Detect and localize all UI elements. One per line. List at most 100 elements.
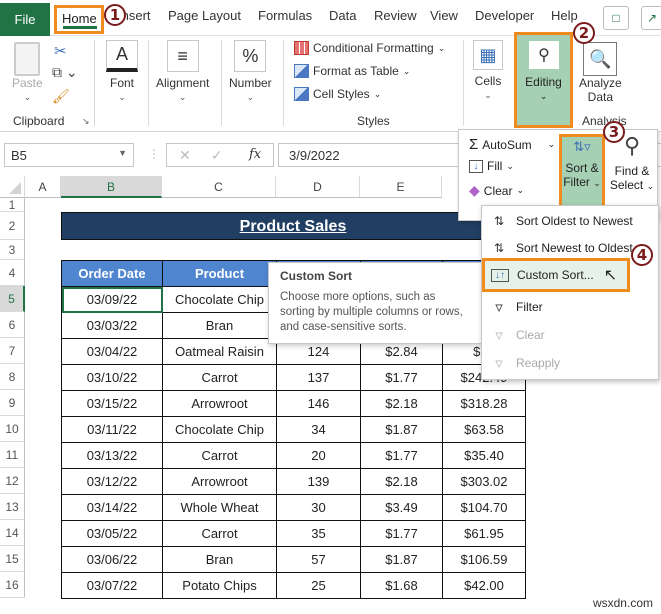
table-cell[interactable]: $1.87: [360, 416, 443, 443]
table-cell[interactable]: 03/07/22: [61, 572, 163, 599]
format-as-table-button[interactable]: Format as Table ⌄: [294, 64, 410, 78]
tab-home-highlight[interactable]: Home: [54, 5, 104, 34]
row-header-11[interactable]: 11: [0, 442, 25, 468]
table-cell[interactable]: $35.40: [442, 442, 526, 469]
table-cell[interactable]: $2.18: [360, 390, 443, 417]
table-cell[interactable]: 03/03/22: [61, 312, 163, 339]
table-cell[interactable]: Bran: [162, 312, 277, 339]
tab-developer[interactable]: Developer: [475, 8, 534, 23]
table-cell[interactable]: 03/05/22: [61, 520, 163, 547]
menu-item-custom-sort[interactable]: ↓↑ Custom Sort... ↖: [482, 258, 630, 292]
row-header-15[interactable]: 15: [0, 546, 25, 572]
tab-page-layout[interactable]: Page Layout: [168, 8, 241, 23]
row-header-6[interactable]: 6: [0, 312, 25, 338]
table-cell[interactable]: $303.02: [442, 468, 526, 495]
row-header-2[interactable]: 2: [0, 212, 25, 240]
tab-data[interactable]: Data: [329, 8, 356, 23]
tab-help[interactable]: Help: [551, 8, 578, 23]
dropdown-arrow-icon[interactable]: ▼: [118, 148, 127, 158]
table-cell[interactable]: Carrot: [162, 364, 277, 391]
table-cell[interactable]: 139: [276, 468, 361, 495]
table-cell[interactable]: Arrowroot: [162, 468, 277, 495]
row-header-13[interactable]: 13: [0, 494, 25, 520]
insert-function-icon[interactable]: fx: [249, 147, 261, 162]
column-header-d[interactable]: D: [276, 176, 360, 198]
clear-button[interactable]: ◆ Clear ⌄: [469, 182, 524, 199]
header-product[interactable]: Product: [162, 260, 277, 287]
table-cell[interactable]: Chocolate Chip: [162, 416, 277, 443]
table-cell[interactable]: 20: [276, 442, 361, 469]
editing-button[interactable]: ⚲ Editing ⌄: [514, 32, 573, 128]
table-cell[interactable]: $2.18: [360, 468, 443, 495]
table-cell[interactable]: 03/15/22: [61, 390, 163, 417]
column-header-b[interactable]: B: [61, 176, 162, 198]
tab-formulas[interactable]: Formulas: [258, 8, 312, 23]
row-header-12[interactable]: 12: [0, 468, 25, 494]
row-header-9[interactable]: 9: [0, 390, 25, 416]
copy-icon[interactable]: ⧉ ⌄: [52, 64, 78, 81]
tab-view[interactable]: View: [430, 8, 458, 23]
table-cell[interactable]: $1.77: [360, 442, 443, 469]
table-cell[interactable]: Bran: [162, 546, 277, 573]
menu-item-sort-oldest-newest[interactable]: ⇅ Sort Oldest to Newest: [490, 208, 655, 234]
table-cell[interactable]: 35: [276, 520, 361, 547]
table-cell[interactable]: $61.95: [442, 520, 526, 547]
tab-file[interactable]: File: [0, 3, 50, 36]
table-cell[interactable]: $318.28: [442, 390, 526, 417]
table-cell[interactable]: 03/10/22: [61, 364, 163, 391]
table-cell[interactable]: Whole Wheat: [162, 494, 277, 521]
table-cell[interactable]: 03/09/22: [61, 286, 163, 313]
table-cell[interactable]: 03/14/22: [61, 494, 163, 521]
table-cell[interactable]: Carrot: [162, 520, 277, 547]
row-header-7[interactable]: 7: [0, 338, 25, 364]
menu-item-filter[interactable]: ▿ Filter: [490, 294, 655, 320]
table-cell[interactable]: 03/04/22: [61, 338, 163, 365]
row-header-14[interactable]: 14: [0, 520, 25, 546]
autosum-button[interactable]: Σ AutoSum ⌄: [469, 136, 555, 153]
row-header-3[interactable]: 3: [0, 240, 25, 260]
row-header-10[interactable]: 10: [0, 416, 25, 442]
table-cell[interactable]: 03/06/22: [61, 546, 163, 573]
table-cell[interactable]: 03/11/22: [61, 416, 163, 443]
table-cell[interactable]: $1.87: [360, 546, 443, 573]
header-order-date[interactable]: Order Date: [61, 260, 163, 287]
name-box[interactable]: B5 ▼: [4, 143, 134, 167]
table-cell[interactable]: $1.77: [360, 520, 443, 547]
number-button[interactable]: % Number ⌄: [229, 40, 272, 103]
table-cell[interactable]: Arrowroot: [162, 390, 277, 417]
table-cell[interactable]: $104.70: [442, 494, 526, 521]
table-cell[interactable]: Oatmeal Raisin: [162, 338, 277, 365]
select-all-corner[interactable]: [0, 176, 25, 198]
paste-button[interactable]: Paste ⌄: [12, 42, 43, 103]
table-cell[interactable]: Carrot: [162, 442, 277, 469]
conditional-formatting-button[interactable]: Conditional Formatting ⌄: [294, 41, 445, 55]
enter-icon[interactable]: ✓: [211, 147, 223, 164]
table-cell[interactable]: $106.59: [442, 546, 526, 573]
sort-filter-button[interactable]: ⇅▿ Sort & Filter ⌄: [559, 134, 605, 208]
table-cell[interactable]: 25: [276, 572, 361, 599]
tab-home[interactable]: Home: [62, 11, 97, 26]
table-cell[interactable]: 57: [276, 546, 361, 573]
row-header-1[interactable]: 1: [0, 198, 25, 212]
row-header-16[interactable]: 16: [0, 572, 25, 598]
row-header-4[interactable]: 4: [0, 260, 25, 286]
table-cell[interactable]: 146: [276, 390, 361, 417]
format-painter-icon[interactable]: 🖌: [52, 88, 70, 105]
analyze-data-button[interactable]: 🔍 Analyze Data: [579, 42, 622, 104]
table-cell[interactable]: 34: [276, 416, 361, 443]
table-cell[interactable]: 03/13/22: [61, 442, 163, 469]
cut-icon[interactable]: ✂: [54, 42, 67, 60]
alignment-button[interactable]: ≡ Alignment ⌄: [156, 40, 209, 103]
column-header-a[interactable]: A: [25, 176, 61, 198]
tab-review[interactable]: Review: [374, 8, 417, 23]
table-cell[interactable]: 30: [276, 494, 361, 521]
table-cell[interactable]: Potato Chips: [162, 572, 277, 599]
table-cell[interactable]: 03/12/22: [61, 468, 163, 495]
row-header-5[interactable]: 5: [0, 286, 25, 312]
cancel-icon[interactable]: ✕: [179, 147, 191, 164]
table-cell[interactable]: Chocolate Chip: [162, 286, 277, 313]
table-cell[interactable]: $42.00: [442, 572, 526, 599]
cell-styles-button[interactable]: Cell Styles ⌄: [294, 87, 381, 101]
comments-icon[interactable]: □: [603, 6, 629, 30]
drag-handle-icon[interactable]: ⋮: [148, 147, 160, 161]
